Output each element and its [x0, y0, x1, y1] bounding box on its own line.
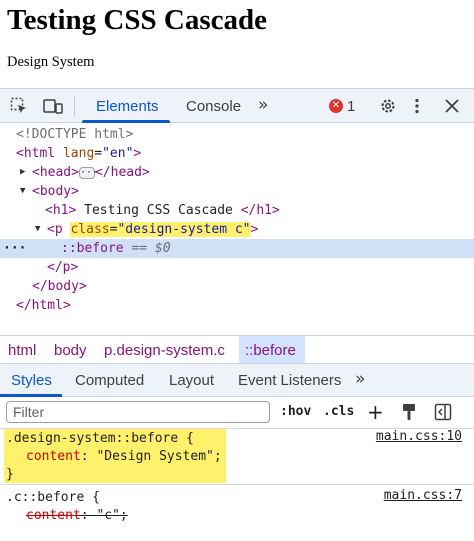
- declaration-property[interactable]: content: [26, 449, 81, 464]
- dom-body[interactable]: ▼ <body>: [0, 182, 474, 201]
- h1-close-tag: </h1>: [240, 203, 280, 218]
- dom-h1[interactable]: <h1> Testing CSS Cascade </h1>: [0, 201, 474, 220]
- dom-p-close[interactable]: </p>: [0, 258, 474, 277]
- more-subtabs-icon[interactable]: »: [355, 369, 365, 389]
- rule-divider: [0, 484, 474, 485]
- collapsed-ellipsis[interactable]: ···: [78, 166, 98, 179]
- dom-html[interactable]: <html lang="en">: [0, 144, 474, 163]
- dom-before-selected[interactable]: ··· ::before == $0: [0, 239, 474, 258]
- breadcrumb: html body p.design-system.c ::before: [0, 335, 474, 363]
- p-close-tag: </p>: [47, 260, 79, 275]
- rule-selector[interactable]: .design-system::before {: [6, 429, 194, 448]
- tab-styles[interactable]: Styles: [11, 372, 52, 389]
- page-heading: Testing CSS Cascade: [7, 4, 267, 36]
- breadcrumb-before[interactable]: ::before: [245, 342, 296, 359]
- device-toolbar-icon[interactable]: [43, 97, 63, 115]
- p-class-value: "design-system c": [117, 222, 251, 237]
- doctype-text: <!DOCTYPE html>: [16, 127, 134, 142]
- devtools-toolbar: Elements Console » ✕ 1: [0, 88, 474, 123]
- class-toggle-button[interactable]: .cls: [323, 404, 354, 419]
- more-tabs-icon[interactable]: »: [258, 95, 268, 115]
- dom-html-close[interactable]: </html>: [0, 296, 474, 315]
- head-close-tag: </head>: [94, 165, 150, 180]
- rule-source-link[interactable]: main.css:10: [376, 429, 462, 444]
- p-class-attr: class: [70, 222, 110, 237]
- dom-tree: <!DOCTYPE html> <html lang="en"> ▶ <head…: [0, 124, 474, 340]
- declaration-value[interactable]: "Design System";: [96, 449, 221, 464]
- paint-brush-icon[interactable]: [401, 403, 417, 421]
- html-lang-value: "en": [102, 146, 134, 161]
- toggle-sidebar-icon[interactable]: [434, 403, 452, 421]
- sidebar-tabs: Styles Computed Layout Event Listeners »: [0, 363, 474, 397]
- filter-input[interactable]: [6, 401, 270, 423]
- close-icon[interactable]: [444, 97, 460, 115]
- declaration-property[interactable]: content: [26, 508, 81, 523]
- rule-source-link[interactable]: main.css:7: [384, 488, 462, 503]
- tab-computed[interactable]: Computed: [75, 372, 144, 389]
- rule-close-brace: }: [6, 467, 14, 482]
- style-rule-c[interactable]: .c::before { content: "c"; main.css:7: [0, 488, 474, 541]
- styles-filter-bar: :hov .cls +: [0, 397, 474, 429]
- style-rule-design-system[interactable]: .design-system::before { content: "Desig…: [0, 429, 474, 487]
- new-style-rule-button[interactable]: +: [367, 400, 384, 424]
- body-tag: <body>: [32, 184, 79, 199]
- gutter-ellipsis[interactable]: ···: [3, 239, 26, 258]
- error-count[interactable]: 1: [347, 98, 355, 115]
- body-close-tag: </body>: [32, 279, 87, 294]
- hover-state-button[interactable]: :hov: [280, 404, 311, 419]
- tab-layout[interactable]: Layout: [169, 372, 214, 389]
- p-tag: <p: [47, 222, 63, 237]
- breadcrumb-p[interactable]: p.design-system.c: [104, 342, 225, 359]
- rule-declaration-overridden[interactable]: content: "c";: [26, 506, 128, 525]
- dom-body-close[interactable]: </body>: [0, 277, 474, 296]
- collapse-triangle-icon[interactable]: ▼: [20, 182, 25, 201]
- select-element-icon[interactable]: [10, 97, 28, 115]
- head-tag: <head>: [32, 165, 79, 180]
- pseudo-element: ::before: [61, 241, 124, 256]
- console-ref: == $0: [131, 241, 171, 256]
- error-icon[interactable]: ✕: [329, 99, 343, 113]
- html-tag-end: >: [133, 146, 142, 161]
- expand-triangle-icon[interactable]: ▶: [20, 163, 25, 182]
- p-tag-end: >: [250, 222, 259, 237]
- html-tag: <html: [16, 146, 56, 161]
- settings-icon[interactable]: [379, 97, 397, 115]
- page-paragraph: Design System: [7, 54, 95, 70]
- h1-text: Testing CSS Cascade: [76, 203, 241, 218]
- tab-console[interactable]: Console: [186, 98, 241, 115]
- kebab-menu-icon[interactable]: [413, 97, 421, 115]
- tab-elements[interactable]: Elements: [96, 98, 159, 115]
- tab-elements-underline: [82, 120, 170, 123]
- devtools-panel: Elements Console » ✕ 1 <!DOCTYPE html> <…: [0, 88, 474, 541]
- rule-declaration[interactable]: content: "Design System";: [26, 447, 222, 466]
- breadcrumb-body[interactable]: body: [54, 342, 87, 359]
- collapse-triangle-icon[interactable]: ▼: [35, 220, 40, 239]
- dom-doctype[interactable]: <!DOCTYPE html>: [0, 125, 474, 144]
- toolbar-divider: [74, 96, 75, 116]
- html-lang-attr: lang: [62, 146, 95, 161]
- declaration-value[interactable]: "c";: [96, 508, 127, 523]
- html-close-tag: </html>: [16, 298, 71, 313]
- breadcrumb-html[interactable]: html: [8, 342, 36, 359]
- rule-selector[interactable]: .c::before {: [6, 488, 100, 507]
- dom-head[interactable]: ▶ <head>···</head>: [0, 163, 474, 182]
- h1-tag: <h1>: [45, 203, 77, 218]
- tab-event-listeners[interactable]: Event Listeners: [238, 372, 341, 389]
- dom-p[interactable]: ▼ <p class="design-system c">: [0, 220, 474, 239]
